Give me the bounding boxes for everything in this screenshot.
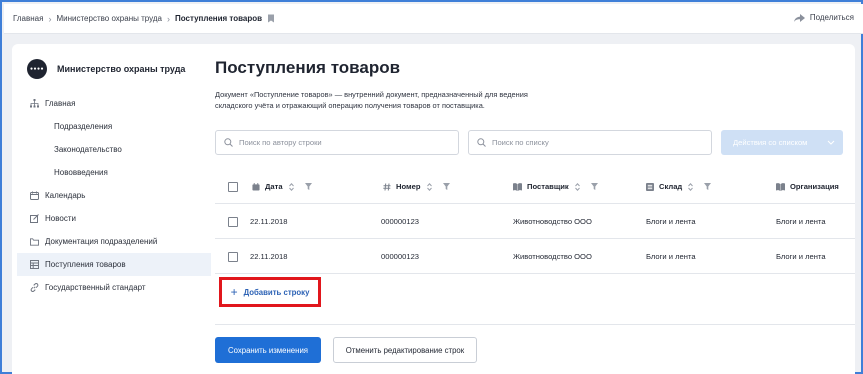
- divider: [215, 324, 855, 325]
- row-checkbox[interactable]: [228, 216, 238, 227]
- org-header[interactable]: ●●●● Министерство охраны труда: [27, 59, 185, 79]
- plus-icon: +: [230, 285, 238, 299]
- sidebar-item-dept-docs[interactable]: Документация подразделений: [17, 230, 211, 253]
- sidebar-item-calendar[interactable]: Календарь: [17, 184, 211, 207]
- cell-supplier: Животноводство ООО: [513, 217, 592, 226]
- sidebar-item-departments[interactable]: Подразделения: [17, 115, 211, 138]
- org-logo: ●●●●: [27, 59, 47, 79]
- book-icon: [776, 182, 785, 191]
- table-header-row: Дата Номер Поставщик Склад Организация: [215, 169, 855, 204]
- add-row-label: Добавить строку: [243, 287, 310, 297]
- add-row-button[interactable]: + Добавить строку: [219, 277, 321, 307]
- sidebar-item-label: Новости: [45, 214, 76, 223]
- chevron-down-icon: [827, 140, 835, 145]
- sidebar-item-news[interactable]: Новости: [17, 207, 211, 230]
- calendar-icon: [252, 182, 260, 191]
- cell-number: 000000123: [381, 252, 420, 261]
- content-area: Поступления товаров Документ «Поступлени…: [215, 44, 855, 374]
- search-by-author[interactable]: [215, 130, 459, 155]
- filter-icon[interactable]: [442, 183, 455, 190]
- column-header-number[interactable]: Номер: [383, 169, 455, 204]
- cell-date: 22.11.2018: [250, 217, 288, 226]
- cancel-editing-button[interactable]: Отменить редактирование строк: [333, 337, 477, 363]
- sidebar-nav: Главная Подразделения Законодательство Н…: [17, 92, 211, 299]
- sidebar-item-label: Государственный стандарт: [45, 283, 146, 292]
- sidebar-item-label: Документация подразделений: [45, 237, 158, 246]
- breadcrumb-home[interactable]: Главная: [13, 14, 43, 23]
- org-name: Министерство охраны труда: [57, 64, 186, 74]
- top-bar: Главная › Министерство охраны труда › По…: [4, 4, 863, 34]
- bookmark-icon[interactable]: [267, 14, 275, 23]
- column-header-warehouse[interactable]: Склад: [646, 169, 716, 204]
- column-header-label: Склад: [659, 182, 683, 191]
- filter-icon[interactable]: [304, 183, 317, 190]
- cell-warehouse: Блоги и лента: [646, 252, 696, 261]
- book-icon: [513, 182, 522, 191]
- breadcrumb-separator: ›: [48, 13, 52, 24]
- link-icon: [30, 283, 39, 292]
- column-header-label: Организация: [790, 182, 839, 191]
- row-checkbox[interactable]: [228, 251, 238, 262]
- folder-icon: [30, 237, 39, 246]
- sidebar-item-legislation[interactable]: Законодательство: [17, 138, 211, 161]
- cell-warehouse: Блоги и лента: [646, 217, 696, 226]
- column-header-date[interactable]: Дата: [252, 169, 317, 204]
- sort-icon[interactable]: [288, 182, 299, 191]
- column-header-label: Номер: [396, 182, 421, 191]
- sidebar-item-innovations[interactable]: Нововведения: [17, 161, 211, 184]
- sort-icon[interactable]: [426, 182, 437, 191]
- cell-organization: Блоги и лента: [776, 252, 826, 261]
- select-all-checkbox[interactable]: [228, 181, 238, 192]
- sidebar-item-state-standard[interactable]: Государственный стандарт: [17, 276, 211, 299]
- table-row[interactable]: 22.11.2018 000000123 Животноводство ООО …: [215, 204, 855, 239]
- list-icon: [646, 182, 654, 191]
- list-actions-label: Действия со списком: [733, 138, 808, 147]
- sidebar-item-label: Подразделения: [54, 122, 113, 131]
- column-header-supplier[interactable]: Поставщик: [513, 169, 603, 204]
- hash-icon: [383, 182, 391, 191]
- cell-supplier: Животноводство ООО: [513, 252, 592, 261]
- table-row[interactable]: 22.11.2018 000000123 Животноводство ООО …: [215, 239, 855, 274]
- search-icon: [224, 138, 233, 147]
- edit-icon: [30, 214, 39, 223]
- sort-icon[interactable]: [688, 182, 698, 191]
- sidebar-item-home[interactable]: Главная: [17, 92, 211, 115]
- sort-icon[interactable]: [574, 182, 585, 191]
- cell-date: 22.11.2018: [250, 252, 288, 261]
- search-list-input[interactable]: [492, 138, 672, 147]
- list-actions-dropdown[interactable]: Действия со списком: [721, 130, 843, 155]
- search-icon: [477, 138, 486, 147]
- search-by-list[interactable]: [468, 130, 712, 155]
- column-header-label: Дата: [265, 182, 283, 191]
- breadcrumb-current: Поступления товаров: [174, 14, 263, 23]
- breadcrumb-ministry[interactable]: Министерство охраны труда: [56, 14, 162, 23]
- calendar-icon: [30, 191, 39, 200]
- save-changes-button[interactable]: Сохранить изменения: [215, 337, 321, 363]
- cell-number: 000000123: [381, 217, 420, 226]
- sidebar: ●●●● Министерство охраны труда Главная П…: [12, 44, 212, 374]
- sidebar-item-label: Нововведения: [54, 168, 108, 177]
- share-arrow-icon: [793, 13, 805, 22]
- app-frame: Главная › Министерство охраны труда › По…: [0, 0, 863, 374]
- column-header-label: Поставщик: [527, 182, 569, 191]
- sidebar-item-label: Календарь: [45, 191, 86, 200]
- breadcrumb-separator: ›: [166, 13, 170, 24]
- search-author-input[interactable]: [239, 138, 419, 147]
- sidebar-item-label: Законодательство: [54, 145, 122, 154]
- share-button[interactable]: Поделиться: [793, 13, 854, 22]
- page-description: Документ «Поступление товаров» — внутрен…: [215, 90, 528, 110]
- filter-icon[interactable]: [704, 183, 716, 190]
- filter-icon[interactable]: [590, 183, 603, 190]
- table-icon: [30, 260, 39, 269]
- sidebar-item-goods-receipts[interactable]: Поступления товаров: [17, 253, 211, 276]
- cell-organization: Блоги и лента: [776, 217, 826, 226]
- sidebar-item-label: Поступления товаров: [45, 260, 126, 269]
- share-label: Поделиться: [809, 13, 854, 22]
- sidebar-item-label: Главная: [45, 99, 76, 108]
- column-header-organization[interactable]: Организация: [776, 169, 839, 204]
- page-title: Поступления товаров: [215, 58, 401, 77]
- hierarchy-icon: [30, 99, 39, 108]
- main-card: ●●●● Министерство охраны труда Главная П…: [12, 44, 855, 374]
